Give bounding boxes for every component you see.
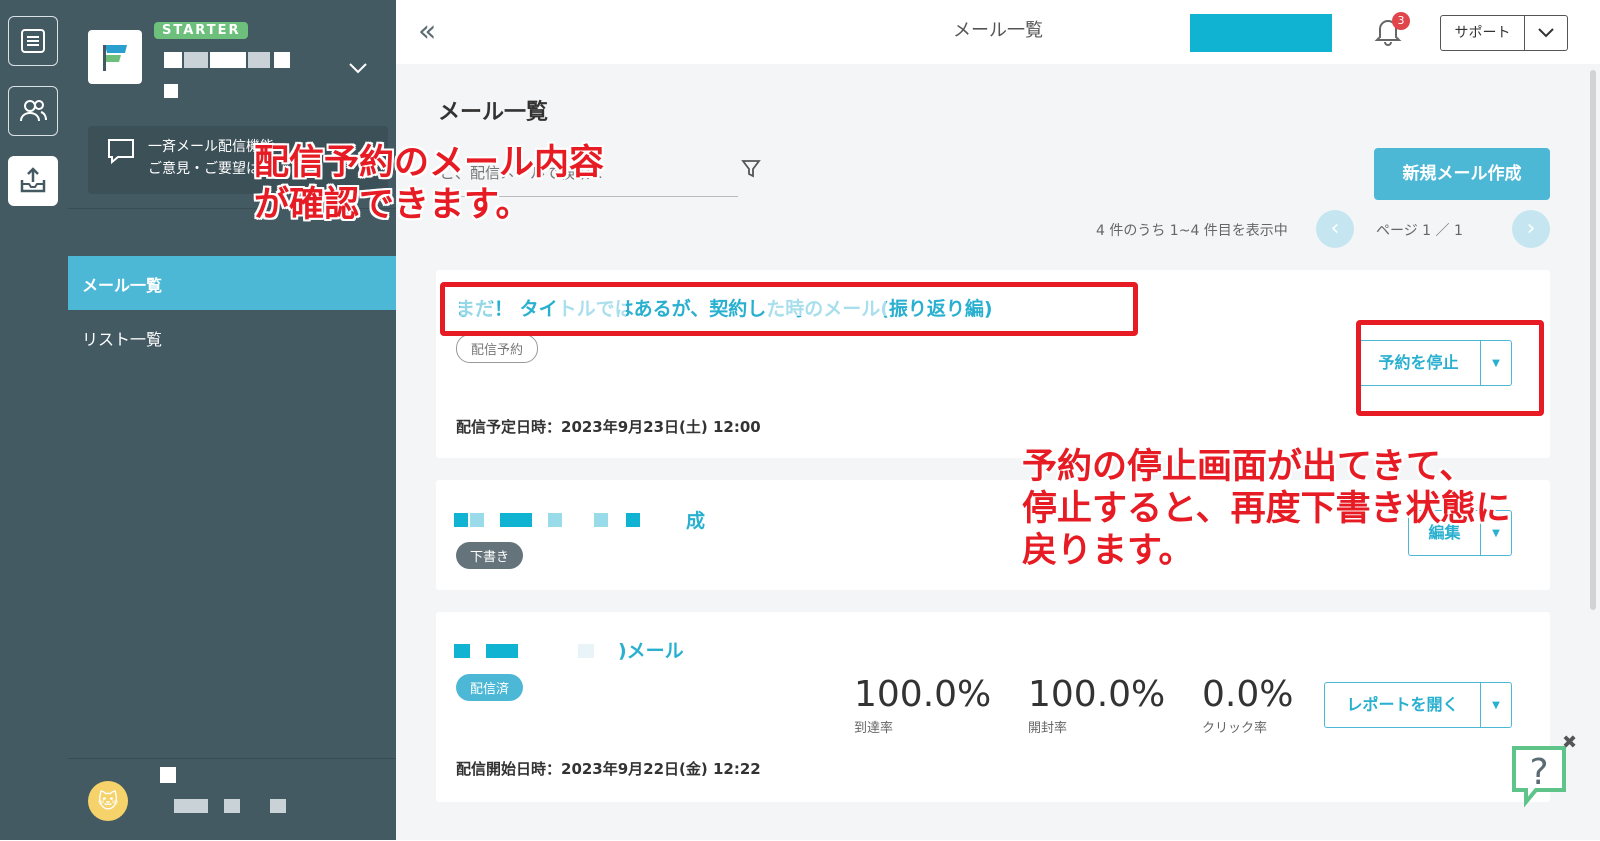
page-title: メール一覧	[438, 100, 549, 125]
users-icon[interactable]	[8, 86, 58, 136]
icon-rail	[0, 0, 68, 840]
stat-value: 100.0%	[1028, 674, 1166, 715]
sidebar-item-mail-list[interactable]: メール一覧	[68, 256, 396, 310]
annotation-note-1: 配信予約のメール内容 が確認できます。	[254, 142, 604, 226]
stat-value: 100.0%	[854, 674, 992, 715]
open-report-split-button: レポートを開く ▼	[1324, 682, 1512, 728]
status-badge: 配信予約	[456, 334, 539, 363]
sent-date: 配信開始日時：2023年9月22日(金) 12:22	[456, 760, 761, 778]
mail-title-redacted	[454, 513, 468, 527]
annotation-highlight-title	[440, 282, 1138, 336]
user-name-redacted	[160, 767, 176, 783]
support-dropdown[interactable]: サポート	[1440, 15, 1568, 51]
stat-label: 開封率	[1028, 721, 1068, 736]
chat-bubble-icon	[106, 136, 136, 170]
plan-badge: STARTER	[154, 22, 249, 39]
result-count: 4 件のうち 1~4 件目を表示中	[1096, 223, 1288, 239]
page-indicator: ページ 1 ／ 1	[1376, 223, 1463, 239]
mail-title-link[interactable]: 成	[686, 506, 705, 533]
stat-label: クリック率	[1202, 721, 1268, 736]
close-icon[interactable]: ✖	[1562, 732, 1577, 753]
notification-badge: 3	[1392, 12, 1410, 30]
sidebar-item-label: リスト一覧	[82, 330, 163, 349]
user-menu[interactable]: 🐱	[68, 758, 396, 841]
prev-page-button[interactable]: ‹	[1316, 210, 1354, 248]
stat-value: 0.0%	[1202, 674, 1294, 715]
topbar-title: メール一覧	[953, 20, 1043, 41]
help-widget[interactable]: ? ✖	[1508, 732, 1577, 808]
annotation-note-2: 予約の停止画面が出てきて、 停止すると、再度下書き状態に 戻ります。	[1022, 446, 1511, 572]
scrollbar[interactable]	[1590, 70, 1596, 610]
annotation-line: 停止すると、再度下書き状態に	[1022, 489, 1511, 529]
mail-title-redacted	[454, 644, 470, 658]
annotation-line: 配信予約のメール内容	[254, 143, 605, 183]
sidebar-item-list-list[interactable]: リスト一覧	[68, 310, 396, 364]
click-rate-stat: 0.0% クリック率	[1202, 674, 1293, 736]
org-logo	[88, 30, 142, 84]
status-badge: 配信済	[456, 674, 524, 701]
mail-card: )メール 配信済 100.0% 到達率 100.0% 開封率 0.0% クリック…	[436, 612, 1550, 802]
annotation-line: が確認できます。	[254, 185, 531, 225]
delivery-rate-stat: 100.0% 到達率	[854, 674, 991, 736]
send-box-icon[interactable]	[8, 156, 58, 206]
annotation-highlight-button	[1356, 320, 1544, 416]
filter-icon[interactable]	[740, 158, 762, 184]
sidebar-item-label: メール一覧	[82, 276, 163, 295]
collapse-sidebar-icon[interactable]: «	[418, 14, 436, 49]
avatar: 🐱	[88, 781, 128, 821]
top-bar: « メール一覧 3 サポート	[396, 0, 1600, 65]
svg-text:?: ?	[1529, 752, 1548, 793]
redacted-block	[1190, 14, 1332, 52]
annotation-line: 予約の停止画面が出てきて、	[1022, 447, 1475, 487]
next-page-button[interactable]: ›	[1512, 210, 1550, 248]
new-mail-button[interactable]: 新規メール作成	[1374, 148, 1550, 200]
mail-menu-icon[interactable]	[8, 16, 58, 66]
chevron-down-icon[interactable]	[1524, 16, 1567, 50]
status-badge: 下書き	[456, 542, 524, 569]
org-name-redacted	[164, 52, 182, 68]
support-label: サポート	[1454, 25, 1511, 41]
open-report-button[interactable]: レポートを開く	[1325, 683, 1480, 727]
org-switch-chevron-icon[interactable]	[348, 60, 368, 79]
sidebar: STARTER 一斉メール配信機能 ご意見・ご要望は メール一覧 リスト一覧 🐱	[68, 0, 396, 840]
scheduled-date: 配信予定日時：2023年9月23日(土) 12:00	[456, 418, 761, 436]
mail-title-link[interactable]: )メール	[618, 636, 684, 663]
caret-down-icon[interactable]: ▼	[1480, 683, 1511, 727]
annotation-line: 戻ります。	[1022, 531, 1194, 571]
stat-label: 到達率	[854, 721, 894, 736]
open-rate-stat: 100.0% 開封率	[1028, 674, 1165, 736]
